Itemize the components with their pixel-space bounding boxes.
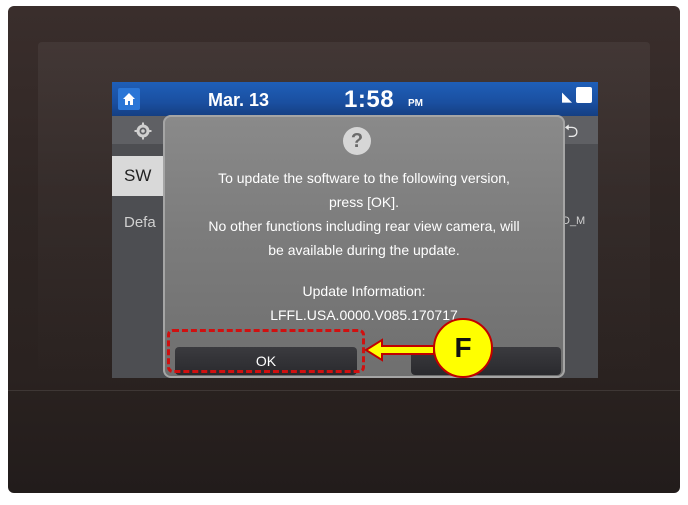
back-icon[interactable]: ⮌ <box>564 119 578 149</box>
ok-highlight-box <box>167 329 365 373</box>
message-line-4: be available during the update. <box>268 242 460 258</box>
message-line-3: No other functions including rear view c… <box>208 218 520 234</box>
arrow-left-icon <box>364 338 435 362</box>
question-icon: ? <box>343 127 371 155</box>
message-line-1: To update the software to the following … <box>218 170 510 186</box>
step-marker: F <box>433 318 493 378</box>
status-bar: Mar. 13 1:58 PM ◣ <box>112 82 598 116</box>
right-value-label: D_M <box>562 215 586 227</box>
ampm-text: PM <box>408 98 423 109</box>
update-info-title: Update Information: <box>302 283 426 299</box>
signal-icon: ◣ <box>562 89 572 104</box>
photo-frame: Mar. 13 1:58 PM ◣ ⮌ SW Defa D_M ? To upd… <box>0 0 688 505</box>
tab-sw[interactable]: SW <box>112 156 170 196</box>
message-line-2: press [OK]. <box>328 194 400 210</box>
default-label: Defa <box>124 214 156 231</box>
update-info-value: LFFL.USA.0000.V085.170717 <box>270 307 458 323</box>
bezel-edge-line <box>8 390 680 391</box>
phone-icon <box>576 87 592 103</box>
time-text: 1:58 <box>344 86 395 113</box>
home-button[interactable] <box>118 88 140 110</box>
date-text: Mar. 13 <box>208 90 270 110</box>
gear-icon[interactable] <box>134 122 152 145</box>
